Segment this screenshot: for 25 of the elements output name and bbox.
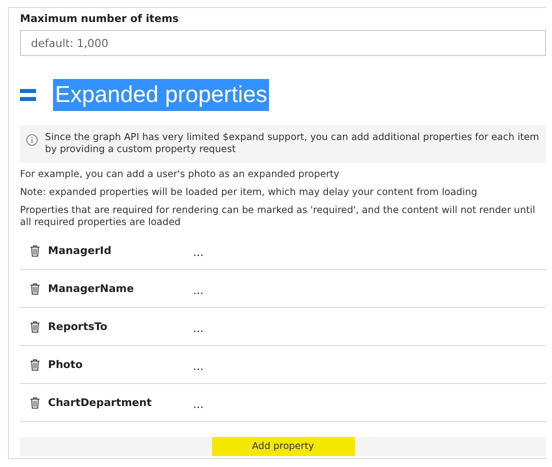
more-button[interactable]: ... [193, 246, 204, 259]
info-text: Since the graph API has very limited $expand support, you can add additional properties for each item by providing a custom property request [45, 132, 540, 156]
more-button[interactable]: ... [193, 398, 204, 411]
trash-icon[interactable] [30, 244, 40, 256]
property-name: Photo [48, 358, 84, 370]
property-name: ManagerId [48, 244, 112, 256]
more-button[interactable]: ... [193, 322, 204, 335]
section-title: Expanded properties [53, 79, 270, 111]
trash-icon[interactable] [30, 396, 40, 408]
add-property-button[interactable]: Add property [212, 437, 354, 456]
info-icon [26, 134, 38, 146]
note-text: For example, you can add a user's photo as an expanded property [20, 169, 340, 181]
input-field[interactable]: default: 1,000 [20, 30, 546, 56]
field-label: Maximum number of items [20, 13, 180, 25]
property-name: ManagerName [48, 282, 135, 294]
equals-icon [20, 89, 36, 101]
note-text: Properties that are required for rendering can be marked as 'required', and the content will not render until all required properties are loaded [20, 205, 536, 229]
more-button[interactable]: ... [193, 360, 204, 373]
trash-icon[interactable] [30, 282, 40, 294]
more-button[interactable]: ... [193, 284, 204, 297]
trash-icon[interactable] [30, 358, 40, 370]
property-name: ChartDepartment [48, 396, 153, 408]
trash-icon[interactable] [30, 320, 40, 332]
note-text: Note: expanded properties will be loaded per item, which may delay your content from loading [20, 187, 478, 199]
property-name: ReportsTo [48, 320, 108, 332]
